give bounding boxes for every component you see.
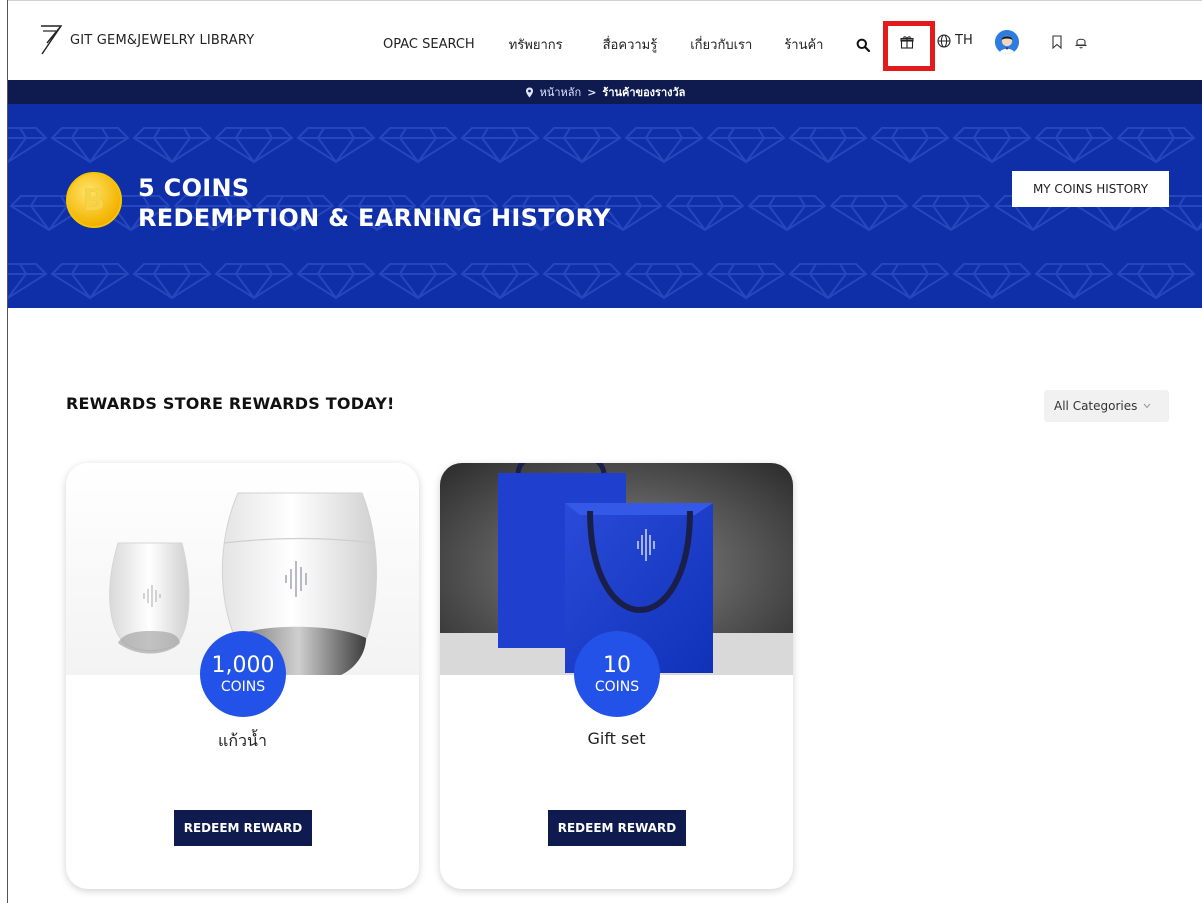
coin-unit: COINS [594,678,640,695]
site-logo[interactable]: GIT GEM&JEWELRY LIBRARY [38,23,254,57]
logo-text: GIT GEM&JEWELRY LIBRARY [70,32,255,48]
coin-price: 10 [603,652,631,678]
language-switcher[interactable]: TH [937,33,973,48]
breadcrumb-current: ร้านค้าของรางวัล [602,86,686,99]
category-select-value: All Categories [1054,399,1138,413]
location-pin-icon [525,87,533,97]
nav-knowledge[interactable]: สื่อความรู้ [603,34,658,55]
category-select[interactable]: All Categories [1044,390,1169,422]
user-avatar-icon [995,30,1019,54]
nav-about[interactable]: เกี่ยวกับเรา [690,34,752,55]
rewards-title: REWARDS STORE REWARDS TODAY! [66,394,395,413]
redeem-reward-button[interactable]: REDEEM REWARD [174,810,312,846]
nav-resources[interactable]: ทรัพยากร [509,34,563,55]
search-icon[interactable] [856,38,871,52]
nav-shop[interactable]: ร้านค้า [784,34,823,55]
my-coins-history-button[interactable]: MY COINS HISTORY [1012,171,1169,207]
language-label: TH [955,33,973,48]
hero-subtitle: REDEMPTION & EARNING HISTORY [138,204,611,232]
reward-name: Gift set [587,729,646,748]
breadcrumb-home[interactable]: หน้าหลัก [540,83,582,101]
coin-price-badge: 1,000 COINS [200,631,286,717]
coin-price: 1,000 [211,652,275,678]
coin-icon: B [66,172,122,228]
reward-name: แก้วน้ำ [218,731,267,750]
breadcrumb-separator: > [587,85,597,99]
nav-opac-search[interactable]: OPAC SEARCH [383,37,475,52]
reward-card[interactable]: 10 COINS Gift set REDEEM REWARD [440,463,793,889]
coins-balance: 5 COINS [138,174,250,202]
gift-icon[interactable] [900,35,914,49]
globe-icon [937,33,951,48]
chevron-down-icon [1143,403,1151,409]
bookmark-icon[interactable] [1051,35,1063,49]
logo-mark-icon [41,25,63,55]
coin-price-badge: 10 COINS [574,631,660,717]
redeem-reward-button[interactable]: REDEEM REWARD [548,810,686,846]
reward-card[interactable]: 1,000 COINS แก้วน้ำ REDEEM REWARD [66,463,419,889]
main-nav: OPAC SEARCH ทรัพยากร สื่อความรู้ เกี่ยวก… [383,34,886,55]
avatar[interactable] [995,30,1019,54]
coin-unit: COINS [220,678,266,695]
hero-banner: B 5 COINS REDEMPTION & EARNING HISTORY M… [8,104,1202,308]
breadcrumb: หน้าหลัก > ร้านค้าของรางวัล [8,80,1202,104]
coin-symbol: B [82,182,106,218]
bell-icon[interactable] [1074,35,1088,49]
